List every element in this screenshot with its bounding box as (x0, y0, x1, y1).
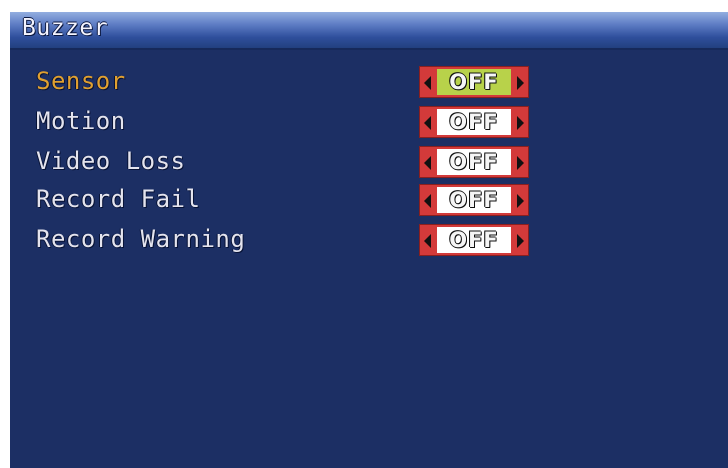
setting-row-record-fail[interactable]: Record Fail OFF (10, 182, 728, 216)
triangle-right-icon[interactable] (517, 116, 524, 130)
setting-row-video-loss[interactable]: Video Loss OFF (10, 144, 728, 178)
setting-label-record-warning: Record Warning (36, 225, 246, 253)
record-warning-toggle[interactable]: OFF (419, 224, 529, 256)
setting-label-sensor: Sensor (36, 67, 126, 95)
triangle-left-icon[interactable] (424, 234, 431, 248)
motion-value[interactable]: OFF (437, 109, 511, 135)
triangle-right-icon[interactable] (517, 194, 524, 208)
setting-row-motion[interactable]: Motion OFF (10, 104, 728, 138)
video-loss-value[interactable]: OFF (437, 149, 511, 175)
setting-label-video-loss: Video Loss (36, 147, 186, 175)
sensor-value[interactable]: OFF (437, 69, 511, 95)
setting-label-motion: Motion (36, 107, 126, 135)
record-fail-toggle[interactable]: OFF (419, 184, 529, 216)
menu-title: Buzzer (22, 15, 109, 41)
triangle-right-icon[interactable] (517, 156, 524, 170)
buzzer-menu-screen: Buzzer Sensor OFF Motion OFF Video Loss … (10, 12, 728, 468)
triangle-left-icon[interactable] (424, 76, 431, 90)
setting-row-sensor[interactable]: Sensor OFF (10, 64, 728, 98)
setting-row-record-warning[interactable]: Record Warning OFF (10, 222, 728, 256)
triangle-left-icon[interactable] (424, 194, 431, 208)
triangle-right-icon[interactable] (517, 76, 524, 90)
record-warning-value[interactable]: OFF (437, 227, 511, 253)
title-bar: Buzzer (10, 12, 728, 50)
triangle-left-icon[interactable] (424, 156, 431, 170)
video-loss-toggle[interactable]: OFF (419, 146, 529, 178)
sensor-toggle[interactable]: OFF (419, 66, 529, 98)
motion-toggle[interactable]: OFF (419, 106, 529, 138)
triangle-right-icon[interactable] (517, 234, 524, 248)
setting-label-record-fail: Record Fail (36, 185, 201, 213)
triangle-left-icon[interactable] (424, 116, 431, 130)
record-fail-value[interactable]: OFF (437, 187, 511, 213)
